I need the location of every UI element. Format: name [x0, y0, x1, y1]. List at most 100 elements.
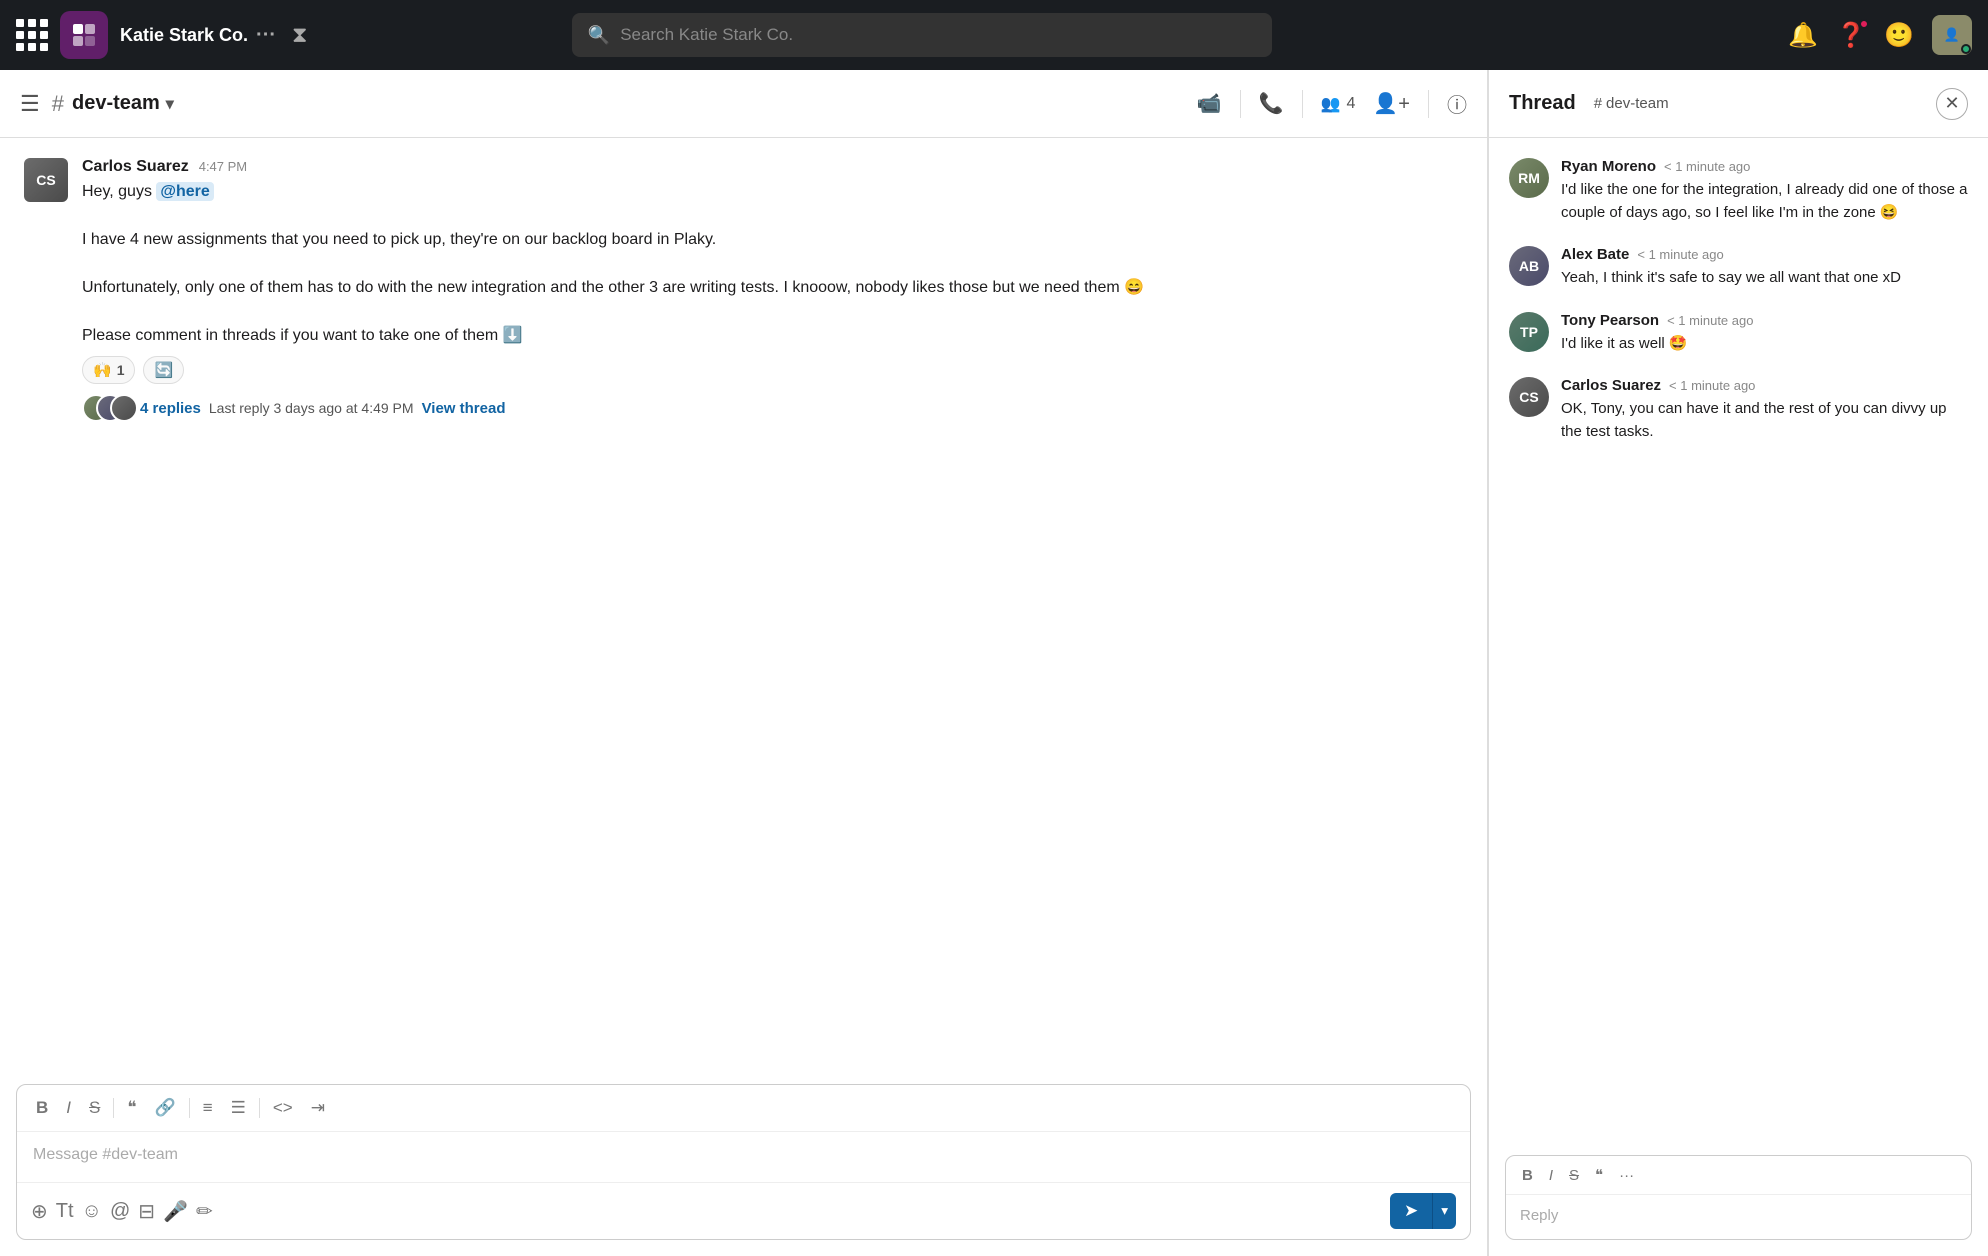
search-bar[interactable]: 🔍 — [572, 13, 1272, 57]
add-attachment-icon[interactable]: ⊕ — [31, 1199, 48, 1224]
message-compose-area: B I S ❝ 🔗 ≡ ☰ <> ⇥ Message #dev-team ⊕ T… — [16, 1084, 1471, 1240]
list-item: RM Ryan Moreno < 1 minute ago I'd like t… — [1509, 158, 1968, 224]
emoji-status-icon[interactable]: 🙂 — [1884, 21, 1914, 50]
header-divider-3 — [1428, 90, 1429, 118]
message-content: Carlos Suarez 4:47 PM Hey, guys @here I … — [82, 158, 1463, 422]
unordered-list-button[interactable]: ☰ — [226, 1095, 251, 1121]
sidebar-toggle-icon[interactable]: ☰ — [20, 91, 40, 117]
phone-call-icon[interactable]: 📞 — [1259, 91, 1284, 116]
reaction-clap[interactable]: 🙌 1 — [82, 356, 135, 384]
members-count[interactable]: 👥 4 — [1321, 94, 1356, 114]
thread-header: Thread # dev-team ✕ — [1489, 70, 1988, 138]
mention-icon[interactable]: @ — [110, 1200, 130, 1223]
members-count-label: 4 — [1347, 95, 1356, 113]
thread-quote-button[interactable]: ❝ — [1591, 1164, 1607, 1186]
channel-name[interactable]: # dev-team ▾ — [52, 91, 174, 117]
message-input-field[interactable]: Message #dev-team — [17, 1132, 1470, 1182]
send-dropdown-button[interactable]: ▾ — [1432, 1193, 1456, 1229]
user-avatar[interactable]: 👤 — [1932, 15, 1972, 55]
thread-bold-button[interactable]: B — [1518, 1165, 1537, 1186]
avatar: CS — [24, 158, 68, 202]
notifications-bell[interactable]: 🔔 — [1788, 21, 1818, 50]
messages-area: CS Carlos Suarez 4:47 PM Hey, guys @here… — [0, 138, 1487, 1084]
audio-record-icon[interactable]: 🎤 — [163, 1199, 188, 1224]
channel-header-actions: 📹 📞 👥 4 👤+ ⓘ — [1197, 89, 1467, 118]
avatar: CS — [1509, 377, 1549, 417]
reaction-emoji: 🙌 — [93, 361, 112, 379]
quote-button[interactable]: ❝ — [122, 1095, 141, 1121]
thread-message-time: < 1 minute ago — [1667, 313, 1753, 328]
thread-message-time: < 1 minute ago — [1669, 378, 1755, 393]
apps-grid-icon[interactable] — [16, 19, 48, 51]
thread-message-sender[interactable]: Alex Bate — [1561, 246, 1629, 263]
replies-last-time: Last reply 3 days ago at 4:49 PM — [209, 400, 414, 416]
online-status-dot — [1961, 44, 1971, 54]
thread-message-header: Tony Pearson < 1 minute ago — [1561, 312, 1968, 329]
channel-info-icon[interactable]: ⓘ — [1447, 89, 1467, 118]
view-thread-link[interactable]: View thread — [422, 400, 506, 417]
history-icon[interactable]: ⧗ — [292, 22, 307, 48]
code-button[interactable]: <> — [268, 1095, 298, 1121]
compose-bottom-toolbar: ⊕ Tt ☺ @ ⊟ 🎤 ✏ ➤ ▾ — [17, 1182, 1470, 1239]
emoji-picker-icon[interactable]: ☺ — [82, 1200, 102, 1223]
thread-strikethrough-button[interactable]: S — [1565, 1165, 1583, 1186]
thread-message-sender[interactable]: Tony Pearson — [1561, 312, 1659, 329]
help-notification-dot — [1859, 19, 1869, 29]
list-item: TP Tony Pearson < 1 minute ago I'd like … — [1509, 312, 1968, 356]
avatar: TP — [1509, 312, 1549, 352]
mention-tag[interactable]: @here — [156, 182, 213, 201]
toolbar-divider-3 — [259, 1098, 260, 1118]
shortcuts-icon[interactable]: ⊟ — [138, 1199, 155, 1224]
reply-avatar-3 — [110, 394, 138, 422]
thread-message-sender[interactable]: Carlos Suarez — [1561, 377, 1661, 394]
thread-message-content: Tony Pearson < 1 minute ago I'd like it … — [1561, 312, 1968, 356]
send-area: ➤ ▾ — [1390, 1193, 1456, 1229]
thread-message-header: Carlos Suarez < 1 minute ago — [1561, 377, 1968, 394]
search-input[interactable] — [620, 25, 1256, 45]
thread-message-sender[interactable]: Ryan Moreno — [1561, 158, 1656, 175]
strikethrough-button[interactable]: S — [84, 1095, 105, 1121]
add-member-icon[interactable]: 👤+ — [1373, 91, 1410, 116]
reaction-add[interactable]: 🔄 — [143, 356, 184, 384]
thread-more-button[interactable]: ··· — [1615, 1165, 1638, 1186]
thread-message-content: Carlos Suarez < 1 minute ago OK, Tony, y… — [1561, 377, 1968, 443]
thread-compose-toolbar: B I S ❝ ··· — [1506, 1156, 1971, 1195]
text-format-icon[interactable]: Tt — [56, 1200, 74, 1223]
user-avatar-placeholder: 👤 — [1944, 27, 1960, 43]
members-icon: 👥 — [1321, 94, 1341, 114]
italic-button[interactable]: I — [61, 1095, 76, 1121]
thread-panel: Thread # dev-team ✕ RM Ryan Moreno < 1 m… — [1488, 70, 1988, 1256]
indent-button[interactable]: ⇥ — [306, 1095, 330, 1121]
reply-avatars — [82, 394, 132, 422]
canvas-icon[interactable]: ✏ — [196, 1199, 213, 1224]
channel-dropdown-chevron[interactable]: ▾ — [166, 94, 174, 114]
link-button[interactable]: 🔗 — [150, 1095, 181, 1121]
reaction-count: 1 — [117, 362, 125, 378]
message-header: Carlos Suarez 4:47 PM — [82, 158, 1463, 176]
replies-link[interactable]: 4 replies — [140, 400, 201, 417]
thread-reply-placeholder: Reply — [1520, 1207, 1558, 1224]
help-icon[interactable]: ❓ — [1836, 21, 1866, 50]
thread-channel-ref: # dev-team — [1594, 95, 1669, 112]
thread-message-text: OK, Tony, you can have it and the rest o… — [1561, 398, 1968, 443]
message-time: 4:47 PM — [199, 159, 247, 174]
send-button[interactable]: ➤ — [1390, 1193, 1432, 1229]
workspace-menu-dots[interactable]: ··· — [256, 24, 276, 47]
video-call-icon[interactable]: 📹 — [1197, 91, 1222, 116]
close-thread-button[interactable]: ✕ — [1936, 88, 1968, 120]
avatar: AB — [1509, 246, 1549, 286]
thread-message-text: Yeah, I think it's safe to say we all wa… — [1561, 267, 1968, 290]
workspace-name[interactable]: Katie Stark Co. ··· — [120, 24, 276, 47]
thread-messages-area: RM Ryan Moreno < 1 minute ago I'd like t… — [1489, 138, 1988, 1143]
ordered-list-button[interactable]: ≡ — [198, 1095, 218, 1121]
message-sender[interactable]: Carlos Suarez — [82, 158, 189, 176]
thread-reply-input[interactable]: Reply — [1506, 1195, 1971, 1239]
thread-channel-name: dev-team — [1606, 95, 1669, 112]
thread-message-content: Alex Bate < 1 minute ago Yeah, I think i… — [1561, 246, 1968, 290]
bold-button[interactable]: B — [31, 1095, 53, 1121]
thread-italic-button[interactable]: I — [1545, 1165, 1557, 1186]
message-text: Hey, guys @here I have 4 new assignments… — [82, 180, 1463, 348]
thread-title: Thread — [1509, 92, 1576, 115]
thread-message-text: I'd like the one for the integration, I … — [1561, 179, 1968, 224]
thread-hash-icon: # — [1594, 95, 1602, 112]
